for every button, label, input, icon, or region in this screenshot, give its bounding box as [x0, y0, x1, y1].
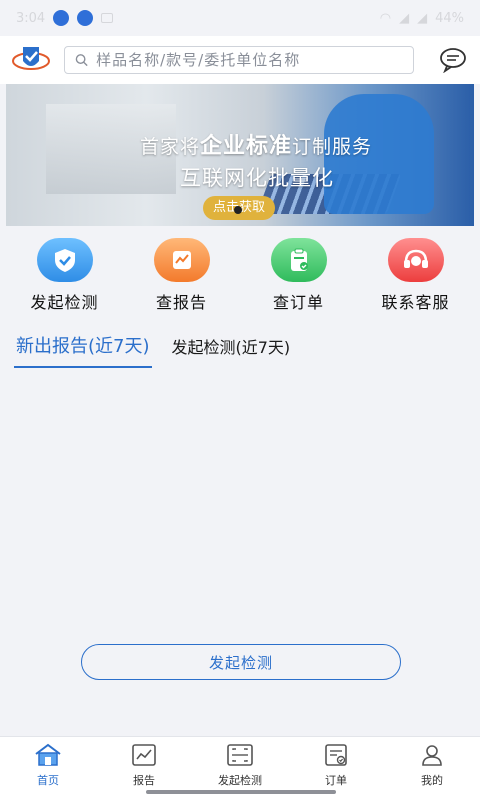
home-indicator	[146, 790, 336, 794]
carousel-indicator	[234, 206, 242, 214]
signal-icon: ◢	[399, 10, 410, 26]
status-time: 3:04	[16, 10, 46, 26]
action-label: 发起检测	[30, 293, 99, 312]
nav-label: 首页	[37, 774, 59, 787]
nav-profile[interactable]: 我的	[384, 737, 480, 800]
start-test-button[interactable]: 发起检测	[81, 644, 401, 680]
chat-bubble-icon	[440, 48, 466, 73]
battery-level: 44%	[435, 10, 464, 26]
nav-label: 订单	[325, 774, 347, 787]
clipboard-check-icon	[270, 238, 327, 282]
action-view-order[interactable]: 查订单	[249, 230, 349, 316]
action-label: 联系客服	[381, 293, 450, 312]
message-button[interactable]	[436, 43, 470, 77]
order-icon	[322, 743, 350, 767]
action-label: 查报告	[155, 293, 207, 312]
nav-label: 发起检测	[218, 774, 262, 787]
banner-headline: 首家将企业标准订制服务	[140, 134, 373, 159]
nav-home[interactable]: 首页	[0, 737, 96, 800]
search-input[interactable]	[96, 51, 403, 69]
wifi-icon: ◠	[379, 10, 392, 26]
app-logo-icon	[10, 42, 52, 78]
search-icon	[75, 54, 88, 67]
report-chart-icon	[153, 238, 210, 282]
notification-icon	[77, 10, 94, 26]
notification-icon	[101, 13, 114, 23]
search-box[interactable]	[64, 46, 414, 74]
headset-icon	[387, 238, 444, 282]
tab-bar: 新出报告(近7天) 发起检测(近7天)	[0, 328, 480, 368]
action-label: 查订单	[272, 293, 324, 312]
user-icon	[418, 743, 446, 767]
banner-subheadline: 互联网化批量化	[180, 166, 334, 190]
action-contact-support[interactable]: 联系客服	[366, 230, 466, 316]
top-bar	[0, 36, 480, 84]
home-icon	[34, 743, 62, 767]
action-start-test[interactable]: 发起检测	[15, 230, 115, 316]
nav-label: 报告	[133, 774, 155, 787]
status-bar: 3:04 ◠ ◢ ◢ 44%	[0, 0, 480, 36]
report-icon	[130, 743, 158, 767]
promo-banner[interactable]: 首家将企业标准订制服务 互联网化批量化 点击获取	[6, 84, 474, 226]
scan-icon	[226, 743, 254, 767]
nav-label: 我的	[421, 774, 443, 787]
action-view-report[interactable]: 查报告	[132, 230, 232, 316]
tab-started-tests[interactable]: 发起检测(近7天)	[170, 328, 293, 366]
tab-new-reports[interactable]: 新出报告(近7天)	[14, 328, 152, 368]
shield-check-icon	[36, 238, 93, 282]
signal-icon: ◢	[417, 10, 428, 26]
quick-actions: 发起检测 查报告 查订单 联系客服	[0, 230, 480, 316]
notification-icon	[53, 10, 70, 26]
